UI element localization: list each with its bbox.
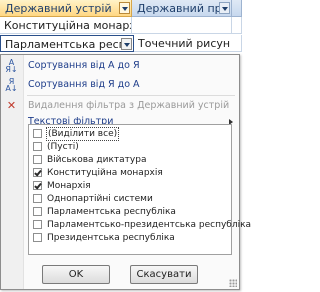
- spreadsheet-area: Державний устрій Державний пра Конституц…: [0, 0, 242, 54]
- list-item-label: (Виділити все): [45, 127, 120, 141]
- sort-z-to-a-icon: Я А↓: [5, 77, 18, 93]
- cancel-button[interactable]: Скасувати: [130, 265, 198, 284]
- list-item-label: Президентська республіка: [47, 233, 175, 243]
- checkbox-checked[interactable]: [33, 168, 42, 177]
- selected-cell[interactable]: Парламентська республ: [0, 35, 134, 52]
- list-item-label: Парламентсько-президентська республіка: [47, 220, 252, 230]
- checkbox[interactable]: [33, 129, 42, 138]
- filter-values-list[interactable]: (Виділити все) (Пусті) Військова диктату…: [28, 124, 251, 255]
- clear-filter-icon: ✕: [6, 99, 17, 112]
- sort-descending-item[interactable]: Я А↓ Сортування від Я до А: [1, 76, 239, 94]
- checkbox[interactable]: [33, 194, 42, 203]
- cell-dropdown-button[interactable]: [121, 38, 132, 50]
- autofilter-menu: А Я↓ Сортування від А до Я Я А↓ Сортування…: [0, 54, 251, 290]
- ok-button[interactable]: OK: [42, 265, 110, 284]
- checkbox[interactable]: [33, 155, 42, 164]
- menu-separator: [27, 95, 235, 96]
- column-header-label: Державний пра: [137, 2, 229, 15]
- checkbox[interactable]: [33, 220, 42, 229]
- checkbox[interactable]: [33, 207, 42, 216]
- list-item-label: (Пусті): [47, 142, 79, 152]
- checkbox-checked[interactable]: [33, 181, 42, 190]
- sort-a-to-z-icon: А Я↓: [5, 58, 18, 74]
- checkbox[interactable]: [33, 142, 42, 151]
- list-item-label: Конституційна монархія: [47, 168, 163, 178]
- column-header-label: Державний устрій: [5, 2, 112, 15]
- table-cell[interactable]: [132, 17, 232, 34]
- table-cell[interactable]: Точечний рисун: [134, 35, 242, 52]
- filter-dropdown-button[interactable]: [119, 2, 130, 14]
- table-cell[interactable]: Конституційна монархія: [0, 17, 132, 34]
- cell-value: Парламентська республ: [5, 38, 134, 51]
- filter-dropdown-button[interactable]: [219, 2, 230, 14]
- resize-grip-icon[interactable]: [229, 279, 237, 287]
- list-item-label: Парламентська республіка: [47, 207, 176, 217]
- list-item-label: Військова диктатура: [47, 155, 147, 165]
- sort-ascending-item[interactable]: А Я↓ Сортування від А до Я: [1, 57, 239, 75]
- column-header-partial[interactable]: [232, 0, 242, 17]
- column-header-government-form[interactable]: Державний устрій: [0, 0, 132, 17]
- checkbox[interactable]: [33, 233, 42, 242]
- list-item-label: Однопартійні системи: [47, 194, 153, 204]
- sort-ascending-label: Сортування від А до Я: [28, 60, 140, 71]
- table-cell[interactable]: [232, 17, 242, 34]
- list-item-label: Монархія: [47, 181, 91, 191]
- column-header-head-of-state[interactable]: Державний пра: [132, 0, 232, 17]
- sort-descending-label: Сортування від Я до А: [28, 79, 140, 90]
